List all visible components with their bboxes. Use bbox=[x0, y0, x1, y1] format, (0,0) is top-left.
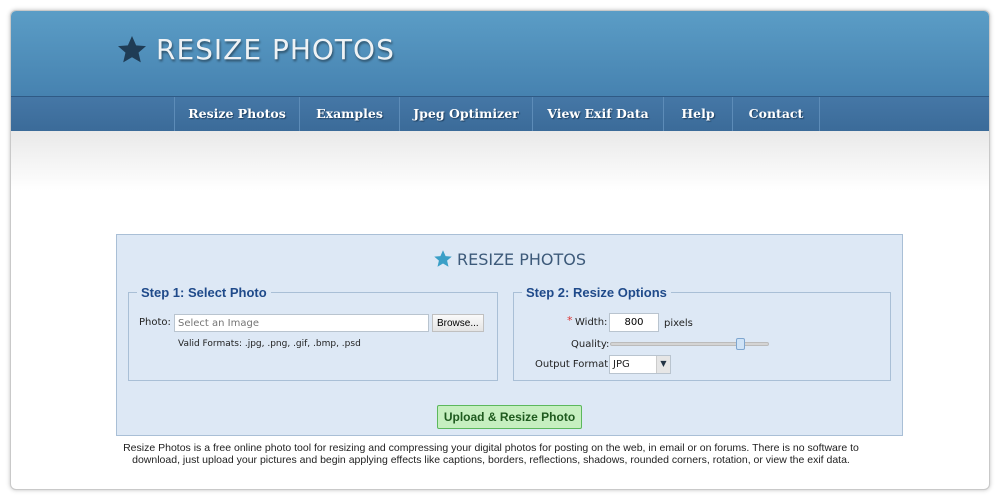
output-format-label: Output Format: bbox=[535, 359, 612, 370]
browse-button[interactable]: Browse... bbox=[432, 314, 484, 332]
star-icon bbox=[434, 250, 452, 267]
step1-legend: Step 1: Select Photo bbox=[141, 285, 267, 300]
nav-resize-photos[interactable]: Resize Photos bbox=[174, 97, 299, 131]
step2-fieldset: Step 2: Resize Options * Width: pixels Q… bbox=[513, 285, 891, 381]
star-icon bbox=[118, 35, 146, 62]
header: RESIZE PHOTOS bbox=[11, 11, 989, 96]
photo-input[interactable] bbox=[174, 314, 429, 332]
panel-title: RESIZE PHOTOS bbox=[117, 249, 902, 269]
nav-view-exif-data[interactable]: View Exif Data bbox=[532, 97, 663, 131]
quality-slider-thumb[interactable] bbox=[736, 338, 746, 350]
logo[interactable]: RESIZE PHOTOS bbox=[116, 33, 395, 66]
width-input[interactable] bbox=[609, 313, 659, 332]
output-format-value: JPG bbox=[613, 359, 630, 370]
page-frame: RESIZE PHOTOS Resize Photos Examples Jpe… bbox=[10, 10, 990, 490]
width-label: Width: bbox=[575, 317, 608, 328]
nav-help[interactable]: Help bbox=[663, 97, 732, 131]
nav-divider bbox=[819, 97, 820, 131]
logo-text: RESIZE PHOTOS bbox=[156, 33, 395, 66]
width-unit: pixels bbox=[664, 318, 693, 329]
step1-fieldset: Step 1: Select Photo Photo: Browse... Va… bbox=[128, 285, 498, 381]
quality-slider[interactable] bbox=[610, 338, 769, 350]
resize-panel: RESIZE PHOTOS Step 1: Select Photo Photo… bbox=[116, 234, 903, 436]
required-mark: * bbox=[567, 314, 573, 327]
photo-label: Photo: bbox=[139, 317, 171, 328]
output-format-select[interactable]: JPG ▼ bbox=[609, 355, 671, 374]
quality-label: Quality: bbox=[571, 339, 610, 350]
valid-formats: Valid Formats: .jpg, .png, .gif, .bmp, .… bbox=[178, 339, 361, 349]
panel-title-text: RESIZE PHOTOS bbox=[456, 249, 587, 269]
nav-examples[interactable]: Examples bbox=[299, 97, 399, 131]
description-text: Resize Photos is a free online photo too… bbox=[123, 442, 859, 466]
upload-resize-button[interactable]: Upload & Resize Photo bbox=[437, 405, 582, 429]
chevron-down-icon: ▼ bbox=[656, 356, 670, 373]
nav-contact[interactable]: Contact bbox=[732, 97, 819, 131]
main-nav: Resize Photos Examples Jpeg Optimizer Vi… bbox=[11, 96, 989, 131]
nav-jpeg-optimizer[interactable]: Jpeg Optimizer bbox=[399, 97, 532, 131]
header-shadow bbox=[11, 131, 989, 191]
step2-legend: Step 2: Resize Options bbox=[526, 285, 667, 300]
